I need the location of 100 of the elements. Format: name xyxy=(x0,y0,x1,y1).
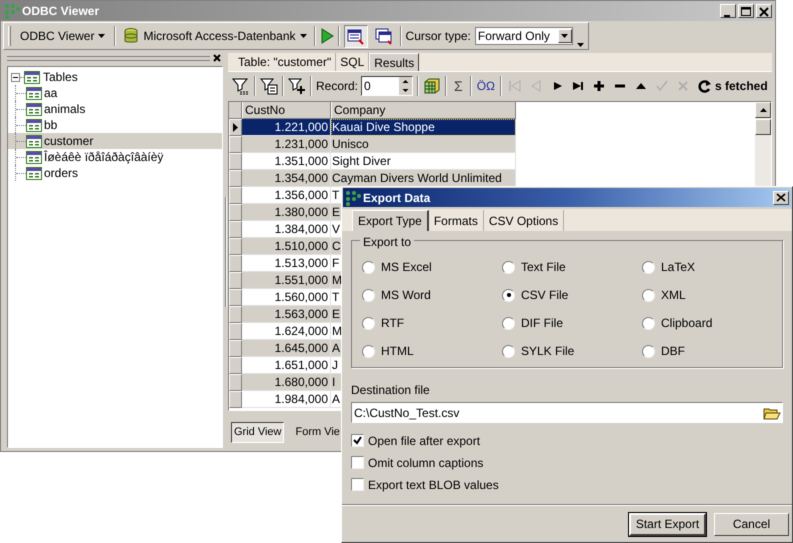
view-tab[interactable]: Form Vie xyxy=(292,422,343,443)
filter-icon[interactable] xyxy=(260,77,278,95)
table-icon xyxy=(26,166,42,180)
cursor-type-select[interactable]: Forward Only xyxy=(474,27,573,45)
radio-button[interactable] xyxy=(642,344,655,358)
caret-icon xyxy=(98,34,106,38)
dialog-title: Export Data xyxy=(363,190,430,206)
checkbox[interactable] xyxy=(351,434,364,447)
table-icon xyxy=(26,134,42,148)
radio-button[interactable] xyxy=(362,344,375,358)
connection-menu[interactable]: ODBC Viewer xyxy=(15,25,110,47)
table-cell: Kauai Dive Shoppe xyxy=(331,119,516,136)
view-tab[interactable]: Grid View xyxy=(231,422,284,443)
spin-up-icon[interactable] xyxy=(399,77,412,86)
table-cell: 1.231,000 xyxy=(242,136,331,153)
record-label: Record: xyxy=(316,78,358,95)
charset-button[interactable]: ÖΩ xyxy=(476,77,496,95)
sum-button[interactable]: Σ xyxy=(451,76,466,96)
run-icon[interactable] xyxy=(320,28,334,44)
tree-item[interactable]: aa xyxy=(8,85,222,101)
table-cell: 1.984,000 xyxy=(242,391,331,408)
checkbox[interactable] xyxy=(351,478,364,491)
radio-label[interactable]: RTF xyxy=(381,314,404,332)
radio-button[interactable] xyxy=(502,316,515,330)
radio-button[interactable] xyxy=(362,316,375,330)
table-cell: 1.560,000 xyxy=(242,289,331,306)
fetched-label: s fetched xyxy=(715,78,768,95)
minimize-icon[interactable] xyxy=(720,4,736,18)
radio-button[interactable] xyxy=(362,288,375,302)
filter-icon[interactable] xyxy=(288,77,306,95)
row-indicator[interactable] xyxy=(229,119,242,136)
window-title: ODBC Viewer xyxy=(22,3,100,20)
table-cell: 1.624,000 xyxy=(242,323,331,340)
app-icon xyxy=(345,190,361,206)
table-cell: Sight Diver xyxy=(331,153,516,170)
radio-button[interactable] xyxy=(642,288,655,302)
radio-label[interactable]: CSV File xyxy=(521,286,568,304)
checkbox-label[interactable]: Omit column captions xyxy=(368,454,484,472)
tree-item[interactable]: orders xyxy=(8,165,222,181)
table-cell: 1.651,000 xyxy=(242,357,331,374)
table-cell: 1.380,000 xyxy=(242,204,331,221)
radio-button[interactable] xyxy=(642,316,655,330)
dropdown-arrow-icon[interactable] xyxy=(561,34,568,38)
filter-icon[interactable] xyxy=(232,77,250,95)
database-menu[interactable]: Microsoft Access-Datenbank xyxy=(120,25,310,47)
table-cell: 1.645,000 xyxy=(242,340,331,357)
radio-button[interactable] xyxy=(642,260,655,274)
table-icon xyxy=(26,118,42,132)
spin-down-icon[interactable] xyxy=(399,86,412,95)
table-icon xyxy=(26,102,42,116)
radio-button[interactable] xyxy=(502,260,515,274)
tree-item[interactable]: customer xyxy=(8,133,222,149)
checkbox-label[interactable]: Open file after export xyxy=(368,432,480,450)
collapse-icon[interactable] xyxy=(11,72,20,82)
tree-item[interactable]: Îøèáêè ïðåîáðàçîâàíèÿ xyxy=(8,149,222,165)
record-field[interactable]: 0 xyxy=(361,76,414,96)
maximize-icon[interactable] xyxy=(738,4,754,18)
radio-label[interactable]: MS Word xyxy=(381,286,431,304)
table-cell: 1.510,000 xyxy=(242,238,331,255)
table-cell: 1.680,000 xyxy=(242,374,331,391)
plus-icon[interactable] xyxy=(591,78,607,94)
table-cell: 1.513,000 xyxy=(242,255,331,272)
dialog-button[interactable]: Cancel xyxy=(714,512,789,536)
table-cell: Unisco xyxy=(331,136,516,153)
radio-label[interactable]: Clipboard xyxy=(661,314,712,332)
table-cell: 1.551,000 xyxy=(242,272,331,289)
tab[interactable]: Formats xyxy=(428,210,484,231)
radio-button[interactable] xyxy=(362,260,375,274)
radio-label[interactable]: DBF xyxy=(661,342,685,360)
refresh-icon[interactable] xyxy=(698,79,712,93)
destination-field[interactable]: C:\CustNo_Test.csv xyxy=(351,402,783,423)
radio-label[interactable]: XML xyxy=(661,286,686,304)
scroll-up-icon[interactable] xyxy=(760,108,766,112)
radio-button[interactable] xyxy=(502,344,515,358)
column-header[interactable]: CustNo xyxy=(242,102,331,119)
table-cell: 1.384,000 xyxy=(242,221,331,238)
radio-label[interactable]: SYLK File xyxy=(521,342,574,360)
table-cell: 1.354,000 xyxy=(242,170,331,187)
column-header[interactable]: Company xyxy=(331,102,516,119)
table-cell: 1.356,000 xyxy=(242,187,331,204)
table-cell: 1.563,000 xyxy=(242,306,331,323)
checkbox[interactable] xyxy=(351,456,364,469)
table-icon[interactable] xyxy=(423,77,442,95)
radio-label[interactable]: DIF File xyxy=(521,314,563,332)
tab[interactable]: Export Type xyxy=(352,210,429,231)
close-icon[interactable] xyxy=(213,54,221,62)
tab[interactable]: Results xyxy=(369,53,420,71)
radio-button[interactable] xyxy=(502,288,515,302)
table-cell: 1.351,000 xyxy=(242,153,331,170)
dialog-button[interactable]: Start Export xyxy=(629,512,706,536)
panel-grip[interactable] xyxy=(7,56,210,60)
tab[interactable]: Table: "customer" xyxy=(234,53,336,71)
grid-icon[interactable] xyxy=(344,24,368,48)
checkbox-label[interactable]: Export text BLOB values xyxy=(368,476,499,494)
tree-item[interactable]: animals xyxy=(8,101,222,117)
radio-label[interactable]: LaTeX xyxy=(661,258,696,276)
radio-label[interactable]: HTML xyxy=(381,342,414,360)
tree-item[interactable]: Tables xyxy=(42,68,79,86)
radio-label[interactable]: Text File xyxy=(521,258,566,276)
tab[interactable]: CSV Options xyxy=(484,210,564,231)
